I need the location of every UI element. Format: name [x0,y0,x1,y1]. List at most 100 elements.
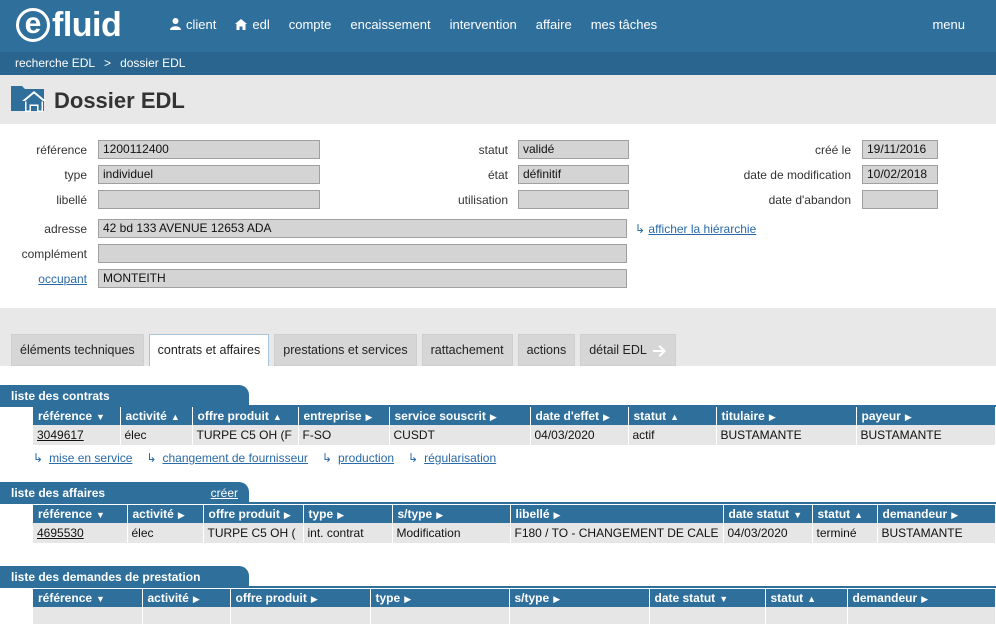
col-payeur[interactable]: payeur ▶ [856,407,996,425]
date-abandon-label: date d'abandon [768,193,851,207]
col-entreprise[interactable]: entreprise ▶ [298,407,390,425]
nav-edl[interactable]: edl [235,17,270,32]
sort-down-icon: ▼ [719,594,729,604]
etat-field[interactable]: définitif [518,165,629,184]
tab-actions[interactable]: actions [517,334,576,366]
table-cell [230,607,371,624]
tab-rattachement[interactable]: rattachement [421,334,513,366]
col-statut[interactable]: statut ▲ [812,505,878,523]
occupant-field[interactable]: MONTEITH [98,269,627,288]
edl-details-form: référence 1200112400 type individuel lib… [0,124,996,308]
tab-bar: éléments techniques contrats et affaires… [11,334,681,367]
sort-up-icon: ▲ [170,412,180,422]
col-reference[interactable]: référence ▼ [33,589,143,607]
adresse-field[interactable]: 42 bd 133 AVENUE 12653 ADA [98,219,627,238]
cree-le-label: créé le [814,143,851,157]
col-statut[interactable]: statut ▲ [765,589,848,607]
col-type[interactable]: type ▶ [303,505,393,523]
nav-compte[interactable]: compte [289,17,332,32]
table-cell [370,607,510,624]
contrats-section-header: liste des contrats [0,385,249,407]
affaires-table: référence ▼ activité ▶ offre produit ▶ type… [33,505,996,543]
tab-prestations-et-services[interactable]: prestations et services [274,334,417,366]
col-libelle[interactable]: libellé ▶ [510,505,724,523]
type-label: type [64,168,87,182]
date-modification-field[interactable]: 10/02/2018 [862,165,938,184]
nav-encaissement[interactable]: encaissement [350,17,430,32]
table-cell: actif [628,425,717,445]
table-header-row: référence ▼ activité ▶ offre produit ▶ type… [33,505,996,523]
nav-intervention[interactable]: intervention [450,17,517,32]
col-offre-produit[interactable]: offre produit ▲ [192,407,299,425]
arrow-right-icon: ↳ [635,222,646,236]
col-date-statut[interactable]: date statut ▼ [723,505,813,523]
table-header-row: référence ▼ activité ▲ offre produit ▲ entr… [33,407,996,425]
breadcrumb-recherche-edl[interactable]: recherche EDL [15,56,95,70]
sort-up-icon: ▲ [670,412,680,422]
col-date-effet[interactable]: date d'effet ▶ [530,407,629,425]
col-service-souscrit[interactable]: service souscrit ▶ [389,407,531,425]
cell-reference-link[interactable]: 4695530 [33,523,128,543]
statut-label: statut [478,143,508,157]
libelle-field[interactable] [98,190,320,209]
breadcrumb-dossier-edl: dossier EDL [120,56,186,70]
efluid-logo[interactable]: e fluid [16,6,122,44]
col-offre-produit[interactable]: offre produit ▶ [230,589,371,607]
date-abandon-field[interactable] [862,190,938,209]
table-cell: F-SO [298,425,390,445]
complement-field[interactable] [98,244,627,263]
demandes-table: référence ▼ activité ▶ offre produit ▶ type… [33,589,996,624]
col-stype[interactable]: s/type ▶ [392,505,511,523]
statut-field[interactable]: validé [518,140,629,159]
creer-affaire-link[interactable]: créer [211,482,238,504]
table-cell [509,607,650,624]
reference-field[interactable]: 1200112400 [98,140,320,159]
tab-detail-edl[interactable]: détail EDL [580,334,676,366]
table-row [33,607,996,624]
main-nav: client edl compte encaissement intervent… [170,17,676,32]
col-activite[interactable]: activité ▶ [142,589,231,607]
occupant-link[interactable]: occupant [38,272,87,286]
table-cell: TURPE C5 OH ( [203,523,304,543]
table-row[interactable]: 4695530 élec TURPE C5 OH ( int. contrat … [33,523,996,543]
menu-button[interactable]: menu [932,17,965,32]
col-titulaire[interactable]: titulaire ▶ [716,407,857,425]
sort-right-icon: ▶ [365,412,373,422]
nav-mes-taches[interactable]: mes tâches [591,17,657,32]
col-reference[interactable]: référence ▼ [33,505,128,523]
utilisation-field[interactable] [518,190,629,209]
col-activite[interactable]: activité ▶ [127,505,204,523]
breadcrumb-separator: > [104,56,112,70]
col-reference[interactable]: référence ▼ [33,407,121,425]
tab-contrats-et-affaires[interactable]: contrats et affaires [148,334,270,367]
page-title: Dossier EDL [54,88,185,113]
title-bar: Dossier EDL [0,75,996,124]
changement-fournisseur-link[interactable]: ↳ changement de fournisseur [146,451,308,465]
nav-affaire[interactable]: affaire [536,17,572,32]
production-link[interactable]: ↳ production [322,451,394,465]
tab-elements-techniques[interactable]: éléments techniques [11,334,144,366]
sort-right-icon: ▶ [553,594,561,604]
col-stype[interactable]: s/type ▶ [509,589,650,607]
cell-reference-link[interactable]: 3049617 [33,425,121,445]
col-activite[interactable]: activité ▲ [120,407,193,425]
nav-client[interactable]: client [170,17,216,32]
table-row[interactable]: 3049617 élec TURPE C5 OH (F F-SO CUSDT 0… [33,425,996,445]
col-date-statut[interactable]: date statut ▼ [649,589,766,607]
afficher-hierarchie-link[interactable]: ↳ afficher la hiérarchie [635,222,756,236]
type-field[interactable]: individuel [98,165,320,184]
mise-en-service-link[interactable]: ↳ mise en service [33,451,132,465]
sort-right-icon: ▶ [768,412,776,422]
col-type[interactable]: type ▶ [370,589,510,607]
sort-right-icon: ▶ [951,510,959,520]
col-demandeur[interactable]: demandeur ▶ [877,505,996,523]
col-offre-produit[interactable]: offre produit ▶ [203,505,304,523]
changement-fournisseur-label: changement de fournisseur [162,451,308,465]
table-cell: élec [120,425,193,445]
col-statut[interactable]: statut ▲ [628,407,717,425]
col-demandeur[interactable]: demandeur ▶ [847,589,996,607]
etat-label: état [487,168,508,182]
sort-down-icon: ▼ [96,412,105,422]
regularisation-link[interactable]: ↳ régularisation [408,451,496,465]
cree-le-field[interactable]: 19/11/2016 [862,140,938,159]
